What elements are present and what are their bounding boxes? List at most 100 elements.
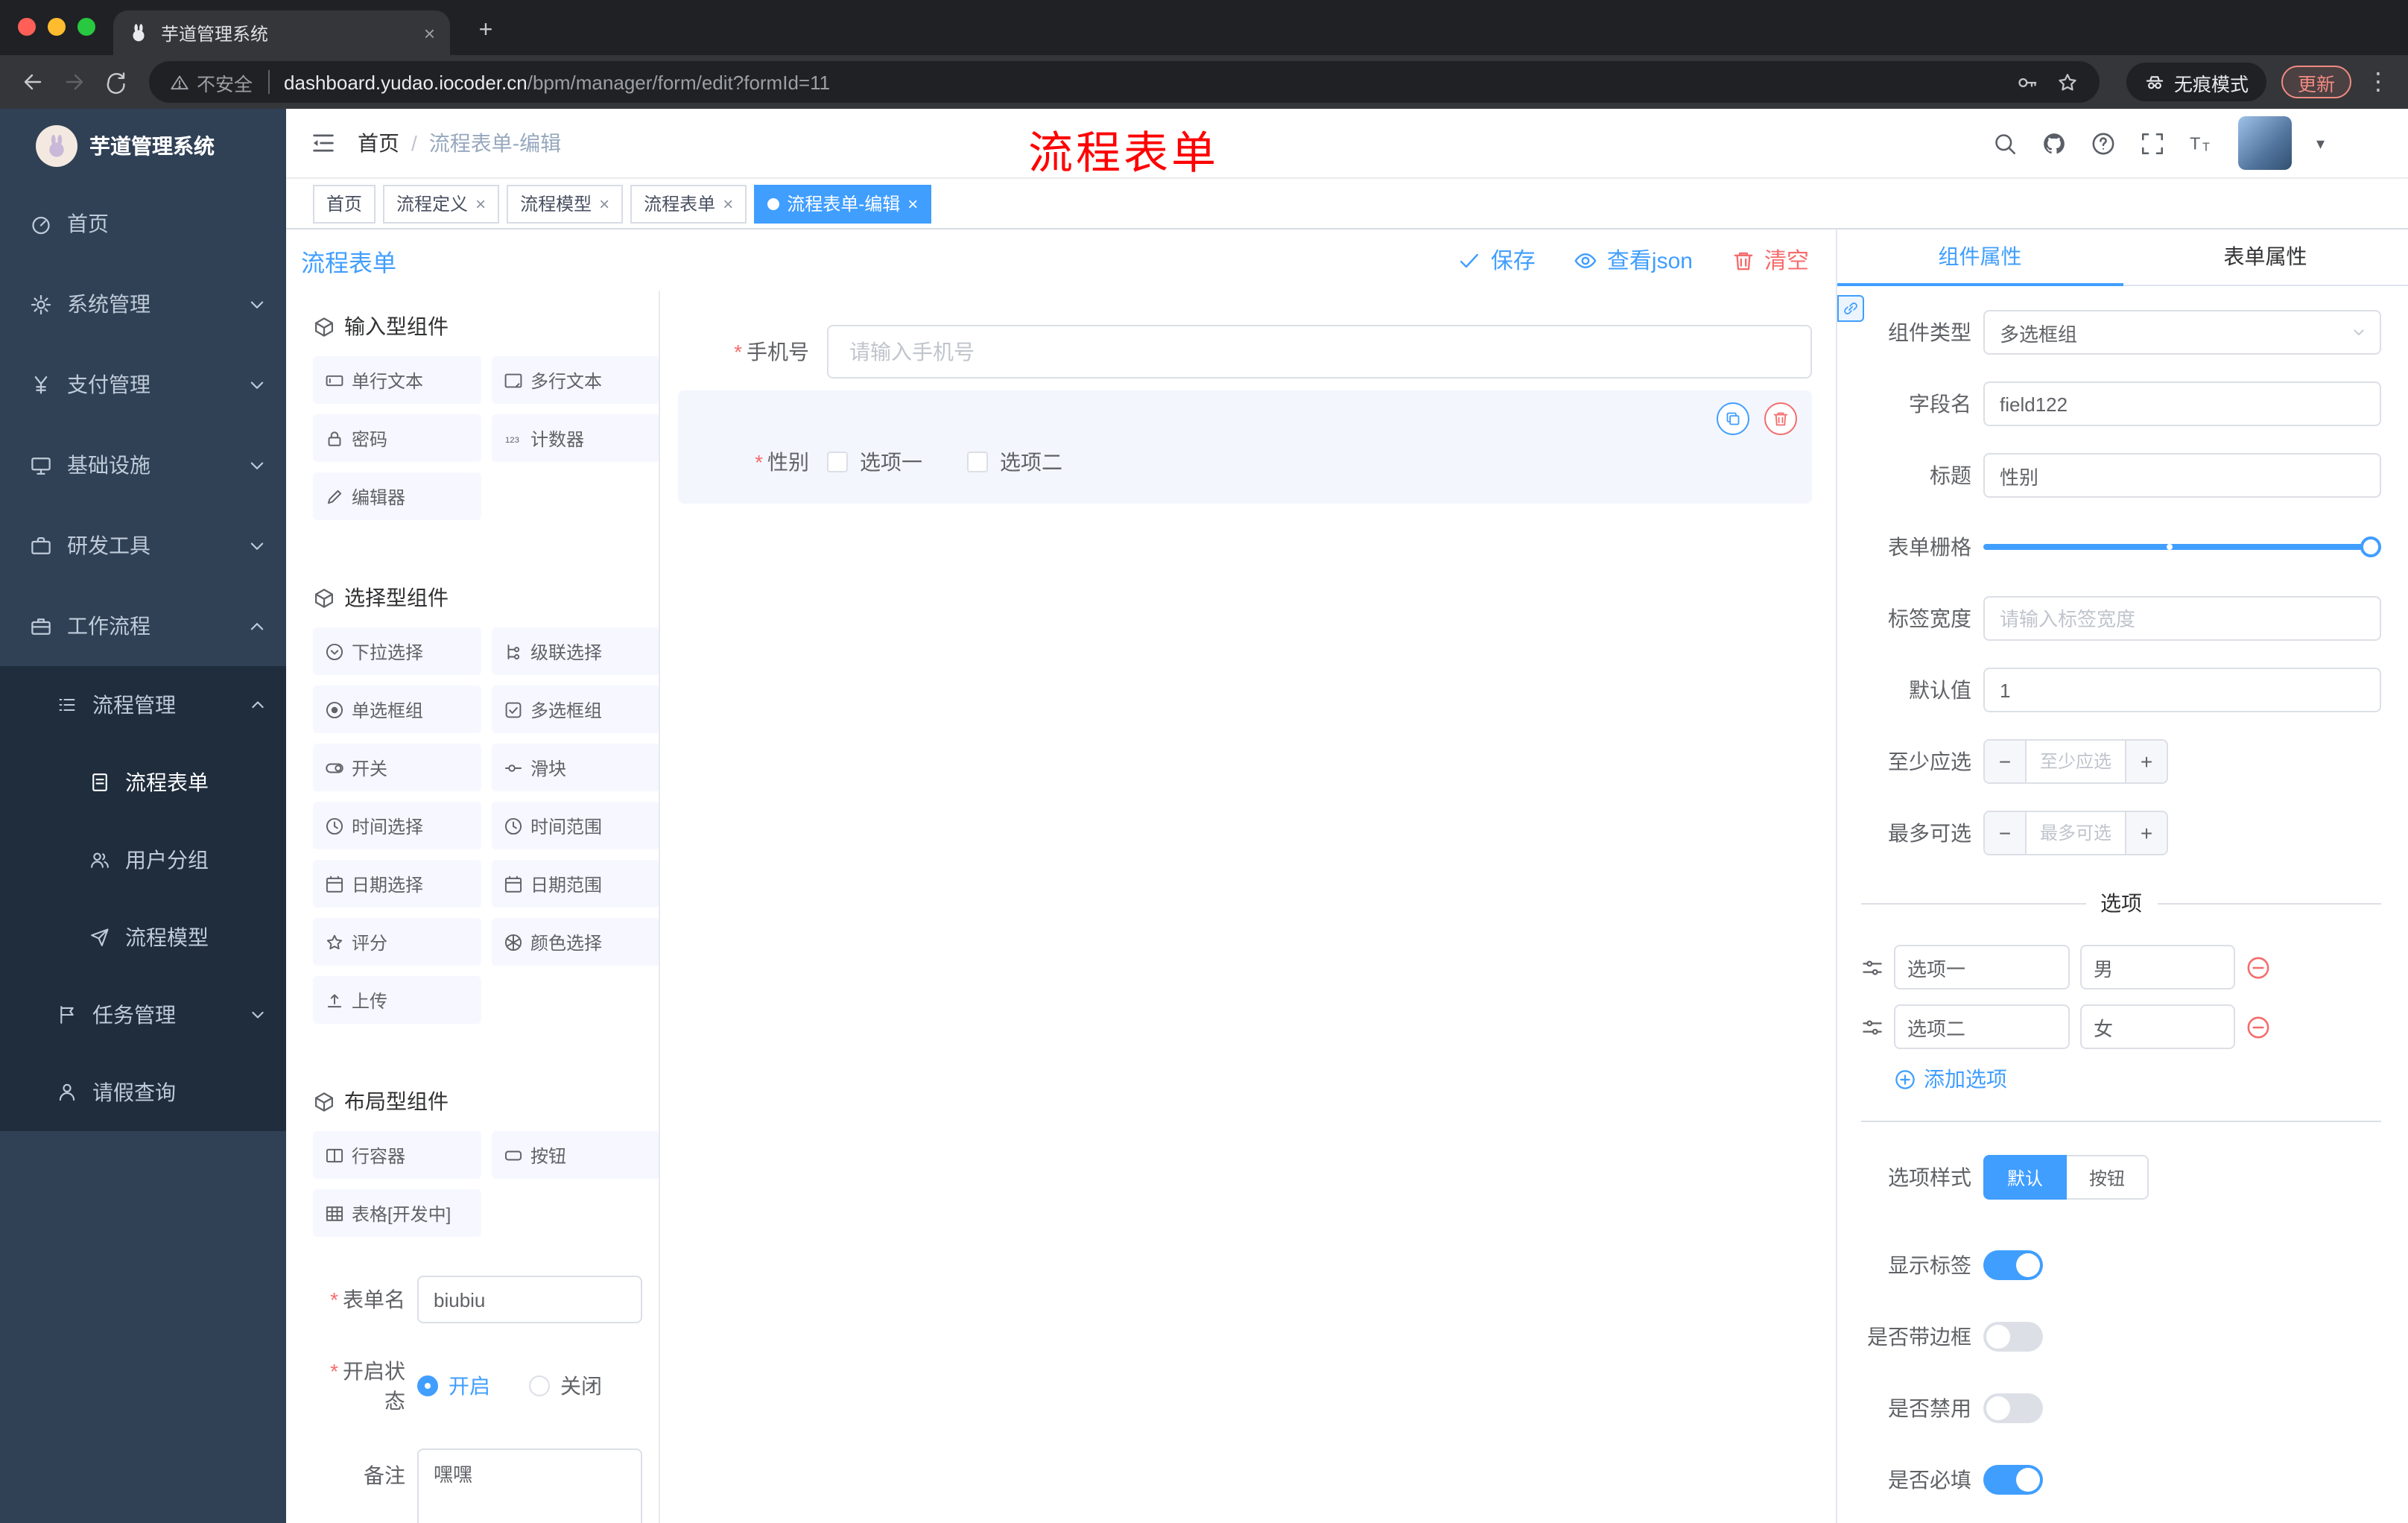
checkbox-option-1[interactable]: 选项一	[827, 447, 922, 477]
checkbox-option-2[interactable]: 选项二	[967, 447, 1062, 477]
style-button-button[interactable]: 按钮	[2067, 1155, 2149, 1200]
zoom-window-button[interactable]	[77, 18, 95, 36]
palette-item-multi-text[interactable]: 多行文本	[492, 356, 659, 404]
sidebar-logo[interactable]: 芋道管理系统	[0, 109, 286, 183]
palette-item-button[interactable]: 按钮	[492, 1131, 659, 1179]
save-button[interactable]: 保存	[1458, 244, 1536, 276]
label-width-input[interactable]	[1983, 596, 2381, 641]
option-label-input[interactable]	[1894, 1004, 2070, 1049]
required-switch[interactable]	[1983, 1465, 2043, 1495]
link-icon[interactable]	[1837, 295, 1864, 322]
checkbox-box[interactable]	[827, 452, 848, 472]
avatar-caret-icon[interactable]: ▾	[2316, 133, 2325, 153]
hamburger-icon[interactable]	[310, 130, 337, 156]
sidebar-item-process-form[interactable]: 流程表单	[0, 744, 286, 821]
disabled-switch[interactable]	[1983, 1393, 2043, 1423]
tag-process-model[interactable]: 流程模型 ×	[507, 184, 624, 223]
palette-item-switch[interactable]: 开关	[313, 744, 481, 791]
sidebar-item-user-group[interactable]: 用户分组	[0, 821, 286, 899]
search-icon[interactable]	[1993, 130, 2018, 156]
github-icon[interactable]	[2042, 130, 2068, 156]
max-select-input[interactable]	[2027, 812, 2125, 854]
address-bar[interactable]: 不安全 dashboard.yudao.iocoder.cn/bpm/manag…	[149, 61, 2100, 103]
stepper-minus-button[interactable]: −	[1985, 812, 2027, 854]
drag-handle-icon[interactable]	[1861, 956, 1883, 978]
sidebar-item-leave-query[interactable]: 请假查询	[0, 1054, 286, 1131]
reload-icon[interactable]	[95, 61, 137, 103]
sidebar-item-process-management[interactable]: 流程管理	[0, 666, 286, 744]
palette-item-cascader[interactable]: 级联选择	[492, 627, 659, 675]
palette-item-upload[interactable]: 上传	[313, 976, 481, 1024]
user-avatar[interactable]	[2238, 116, 2293, 170]
sidebar-item-home[interactable]: 首页	[0, 183, 286, 264]
palette-item-row-container[interactable]: 行容器	[313, 1131, 481, 1179]
sidebar-item-workflow[interactable]: 工作流程	[0, 586, 286, 666]
stepper-plus-button[interactable]: +	[2125, 812, 2167, 854]
stepper-minus-button[interactable]: −	[1985, 741, 2027, 782]
form-remark-textarea[interactable]: 嘿嘿	[417, 1448, 642, 1523]
password-key-icon[interactable]	[2016, 71, 2038, 93]
field-phone[interactable]: * 手机号	[678, 325, 1812, 379]
tag-close-icon[interactable]: ×	[599, 193, 609, 214]
clear-button[interactable]: 清空	[1731, 244, 1809, 276]
palette-item-single-text[interactable]: 单行文本	[313, 356, 481, 404]
tab-form-props[interactable]: 表单属性	[2123, 229, 2408, 286]
stepper-plus-button[interactable]: +	[2125, 741, 2167, 782]
field-gender-selected[interactable]: * 性别 选项一 选项二	[678, 390, 1812, 504]
breadcrumb-home[interactable]: 首页	[358, 128, 399, 158]
copy-field-button[interactable]	[1717, 402, 1749, 435]
view-json-button[interactable]: 查看json	[1574, 244, 1693, 276]
tab-close-icon[interactable]: ×	[424, 22, 435, 44]
sidebar-item-infrastructure[interactable]: 基础设施	[0, 425, 286, 505]
phone-input[interactable]	[827, 325, 1812, 379]
palette-item-date-picker[interactable]: 日期选择	[313, 860, 481, 908]
add-option-button[interactable]: 添加选项	[1894, 1064, 2381, 1094]
palette-item-checkbox-group[interactable]: 多选框组	[492, 685, 659, 733]
palette-item-radio-group[interactable]: 单选框组	[313, 685, 481, 733]
delete-field-button[interactable]	[1764, 402, 1797, 435]
design-canvas[interactable]: *手机号 *性别 选项一 选项二	[660, 291, 1836, 1523]
forward-icon[interactable]	[54, 61, 95, 103]
tag-process-form-edit[interactable]: 流程表单-编辑 ×	[754, 184, 932, 223]
show-label-switch[interactable]	[1983, 1250, 2043, 1280]
tag-close-icon[interactable]: ×	[723, 193, 733, 214]
palette-item-select[interactable]: 下拉选择	[313, 627, 481, 675]
security-chip[interactable]: 不安全	[170, 68, 253, 96]
grid-slider[interactable]	[1983, 525, 2381, 569]
title-input[interactable]	[1983, 453, 2381, 498]
bookmark-star-icon[interactable]	[2056, 71, 2079, 93]
palette-item-time-range[interactable]: 时间范围	[492, 802, 659, 849]
palette-item-table[interactable]: 表格[开发中]	[313, 1189, 481, 1237]
palette-item-slider[interactable]: 滑块	[492, 744, 659, 791]
browser-menu-icon[interactable]: ⋮	[2366, 67, 2390, 97]
sidebar-item-payment[interactable]: 支付管理	[0, 344, 286, 425]
font-size-icon[interactable]: TT	[2190, 130, 2215, 156]
form-name-input[interactable]	[417, 1276, 642, 1323]
palette-item-editor[interactable]: 编辑器	[313, 472, 481, 520]
tag-close-icon[interactable]: ×	[475, 193, 486, 214]
fullscreen-icon[interactable]	[2141, 130, 2166, 156]
palette-item-time-picker[interactable]: 时间选择	[313, 802, 481, 849]
radio-open[interactable]: 开启	[417, 1371, 490, 1401]
palette-item-date-range[interactable]: 日期范围	[492, 860, 659, 908]
minimize-window-button[interactable]	[48, 18, 66, 36]
style-default-button[interactable]: 默认	[1983, 1155, 2068, 1200]
tag-process-form[interactable]: 流程表单 ×	[630, 184, 747, 223]
min-select-input[interactable]	[2027, 741, 2125, 782]
browser-update-button[interactable]: 更新	[2281, 66, 2351, 98]
palette-item-password[interactable]: 密码	[313, 414, 481, 462]
default-value-input[interactable]	[1983, 668, 2381, 712]
tag-process-definition[interactable]: 流程定义 ×	[383, 184, 500, 223]
tag-home[interactable]: 首页	[313, 184, 376, 223]
palette-item-color-picker[interactable]: 颜色选择	[492, 918, 659, 966]
browser-tab[interactable]: 芋道管理系统 ×	[113, 10, 450, 55]
field-name-input[interactable]	[1983, 381, 2381, 426]
sidebar-item-system[interactable]: 系统管理	[0, 264, 286, 344]
palette-item-rate[interactable]: 评分	[313, 918, 481, 966]
sidebar-item-process-model[interactable]: 流程模型	[0, 899, 286, 976]
close-window-button[interactable]	[18, 18, 36, 36]
remove-option-icon[interactable]	[2246, 1014, 2271, 1039]
drag-handle-icon[interactable]	[1861, 1016, 1883, 1038]
border-switch[interactable]	[1983, 1322, 2043, 1352]
help-icon[interactable]	[2091, 130, 2117, 156]
